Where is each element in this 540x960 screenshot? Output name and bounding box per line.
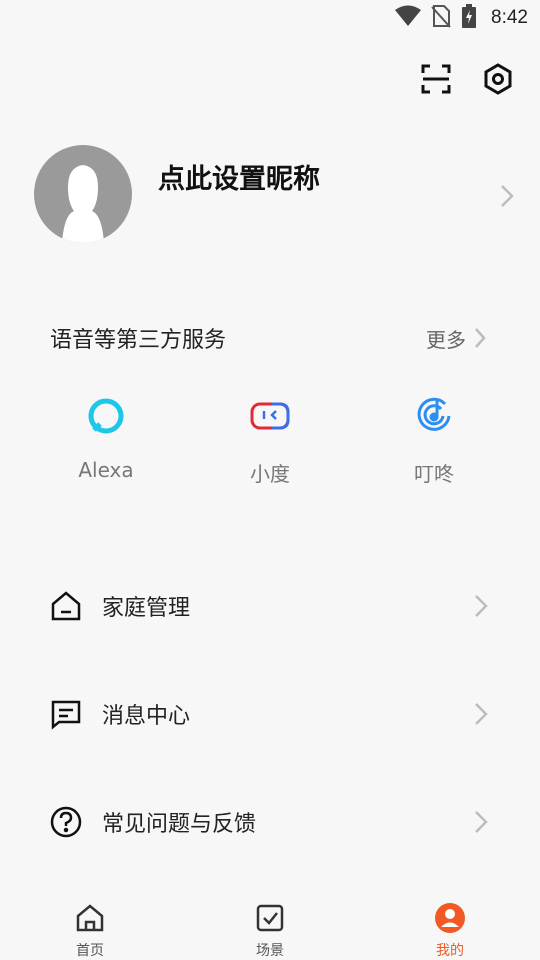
status-bar: 8:42 bbox=[0, 0, 540, 36]
menu-label: 消息中心 bbox=[102, 704, 191, 729]
chevron-right-icon bbox=[500, 184, 514, 212]
menu-item-faq-feedback[interactable]: 常见问题与反馈 bbox=[48, 797, 488, 847]
settings-icon[interactable] bbox=[480, 61, 516, 97]
battery-charging-icon bbox=[461, 4, 477, 32]
menu-label: 常见问题与反馈 bbox=[102, 812, 257, 837]
message-icon bbox=[48, 696, 84, 732]
chevron-right-icon bbox=[475, 328, 486, 348]
menu-item-home-management[interactable]: 家庭管理 bbox=[48, 581, 488, 631]
profile-row[interactable]: 点此设置昵称 bbox=[34, 145, 514, 243]
dingdong-icon bbox=[412, 394, 456, 438]
tab-home[interactable]: 首页 bbox=[30, 884, 150, 960]
chevron-right-icon bbox=[475, 595, 488, 617]
status-time: 8:42 bbox=[491, 7, 528, 28]
tab-profile[interactable]: 我的 bbox=[390, 884, 510, 960]
service-label: 叮咚 bbox=[414, 462, 454, 486]
tab-label: 我的 bbox=[436, 943, 464, 959]
xiaodu-icon bbox=[248, 394, 292, 438]
service-xiaodu[interactable]: 小度 bbox=[210, 394, 330, 487]
scene-tab-icon bbox=[254, 902, 286, 934]
chevron-right-icon bbox=[475, 811, 488, 833]
service-label: Alexa bbox=[78, 458, 134, 482]
service-dingdong[interactable]: 叮咚 bbox=[374, 394, 494, 487]
chevron-right-icon bbox=[475, 703, 488, 725]
home-tab-icon bbox=[74, 902, 106, 934]
bottom-tab-bar: 首页 场景 我的 bbox=[0, 884, 540, 960]
service-alexa[interactable]: Alexa bbox=[46, 394, 166, 482]
tab-label: 首页 bbox=[76, 943, 104, 959]
section-title: 语音等第三方服务 bbox=[50, 328, 227, 353]
tab-label: 场景 bbox=[256, 943, 284, 959]
top-actions bbox=[418, 58, 516, 100]
voice-services-list: Alexa 小度 叮咚 bbox=[0, 394, 540, 494]
home-icon bbox=[48, 588, 84, 624]
profile-tab-icon bbox=[434, 902, 466, 934]
menu-item-message-center[interactable]: 消息中心 bbox=[48, 689, 488, 739]
more-button[interactable]: 更多 bbox=[426, 324, 486, 353]
more-label: 更多 bbox=[426, 327, 466, 352]
no-sim-icon bbox=[431, 4, 451, 32]
menu-label: 家庭管理 bbox=[102, 596, 191, 621]
tab-scene[interactable]: 场景 bbox=[210, 884, 330, 960]
wifi-icon bbox=[395, 5, 422, 31]
service-label: 小度 bbox=[250, 462, 290, 486]
help-icon bbox=[48, 804, 84, 840]
default-avatar-icon[interactable] bbox=[34, 145, 132, 243]
voice-services-header: 语音等第三方服务 更多 bbox=[50, 318, 486, 358]
nickname[interactable]: 点此设置昵称 bbox=[158, 157, 500, 196]
alexa-icon bbox=[84, 394, 128, 438]
scan-icon[interactable] bbox=[418, 61, 454, 97]
